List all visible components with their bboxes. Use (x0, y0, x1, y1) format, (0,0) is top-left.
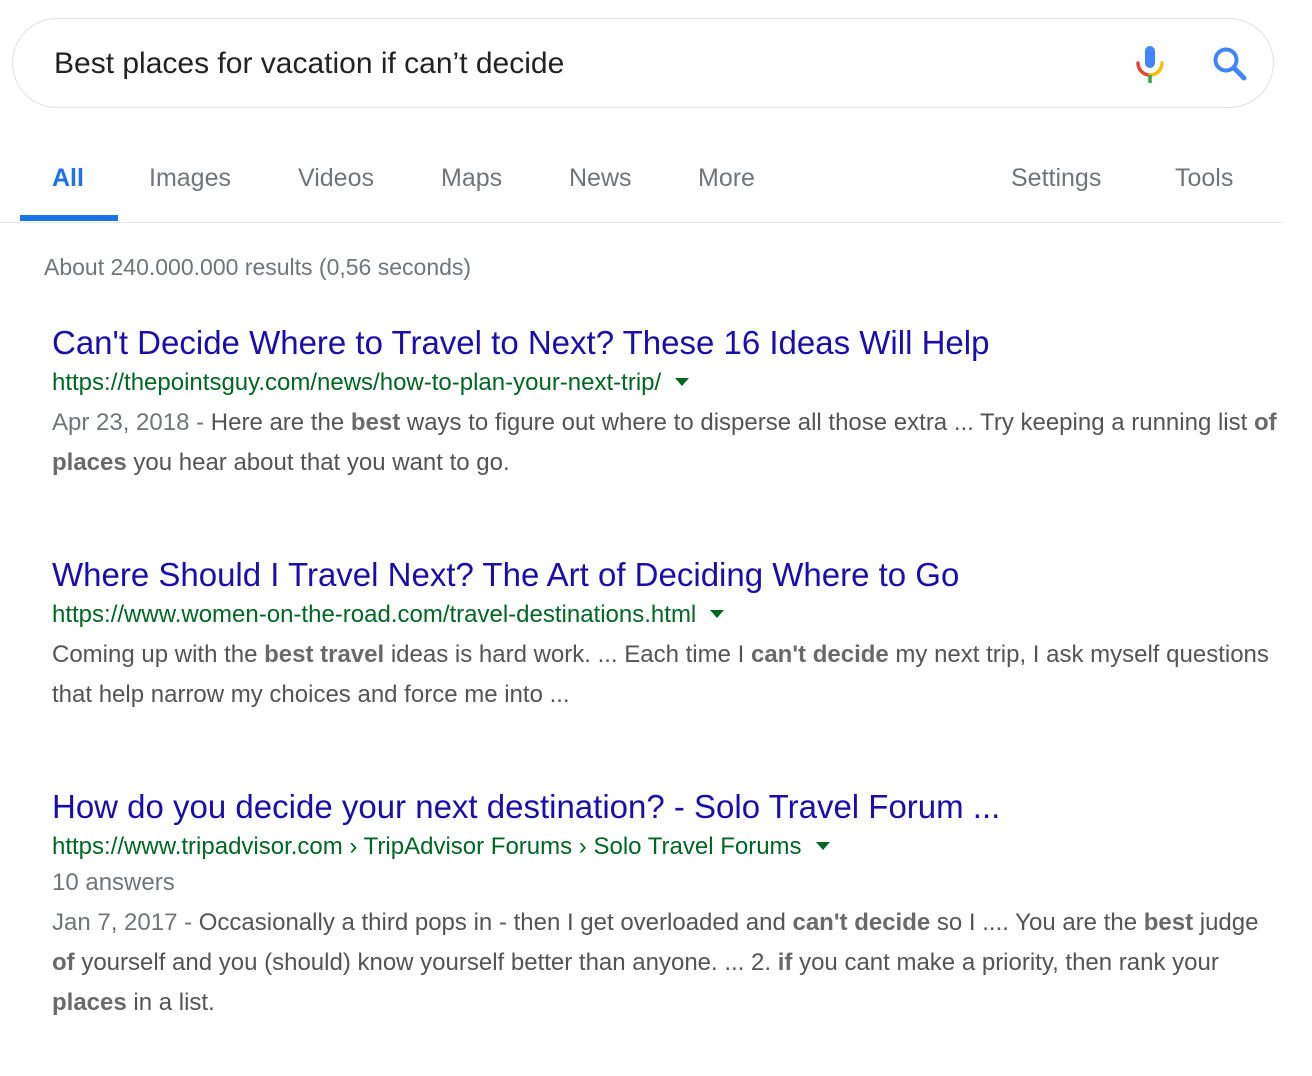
snippet-keyword: can't decide (792, 909, 931, 936)
result-url-row: https://thepointsguy.com/news/how-to-pla… (52, 367, 1282, 399)
result-snippet: Jan 7, 2017 - Occasionally a third pops … (52, 903, 1282, 1023)
result-answers-count: 10 answers (52, 869, 175, 896)
result-snippet: Coming up with the best travel ideas is … (52, 635, 1282, 715)
result-url-row: https://www.tripadvisor.com › TripAdviso… (52, 831, 1282, 863)
result-title-link[interactable]: How do you decide your next destination?… (52, 787, 1282, 827)
snippet-text: so I .... You are the (930, 909, 1144, 936)
snippet-text: judge (1193, 909, 1259, 936)
snippet-text: in a list. (126, 989, 215, 1016)
snippet-text: you hear about that you want to go. (126, 449, 510, 476)
snippet-text: ways to figure out where to disperse all… (400, 409, 1254, 436)
microphone-icon (1136, 46, 1164, 83)
snippet-keyword: can't decide (750, 641, 889, 668)
snippet-keyword: of (52, 949, 75, 976)
result-date: Apr 23, 2018 (52, 409, 190, 436)
snippet-text: Coming up with the (52, 641, 265, 668)
date-separator: - (177, 909, 199, 936)
tab-tools[interactable]: Tools (1175, 164, 1233, 193)
result-title-link[interactable]: Can't Decide Where to Travel to Next? Th… (52, 323, 1282, 363)
caret-down-icon[interactable] (710, 609, 725, 618)
result-url[interactable]: https://www.women-on-the-road.com/travel… (52, 601, 696, 628)
tab-settings[interactable]: Settings (1011, 164, 1101, 193)
search-box (12, 18, 1274, 108)
snippet-keyword: best travel (264, 641, 385, 668)
tab-maps[interactable]: Maps (441, 164, 502, 193)
search-result: How do you decide your next destination?… (52, 787, 1282, 1023)
search-input[interactable] (54, 43, 1054, 85)
snippet-keyword: if (777, 949, 793, 976)
snippet-text: ideas is hard work. ... Each time I (384, 641, 751, 668)
search-result: Can't Decide Where to Travel to Next? Th… (52, 323, 1282, 483)
result-title-link[interactable]: Where Should I Travel Next? The Art of D… (52, 555, 1282, 595)
snippet-keyword: places (52, 989, 127, 1016)
snippet-keyword: best (350, 409, 401, 436)
caret-down-icon[interactable] (675, 377, 690, 386)
search-tabs: All Images Videos Maps News More Setting… (0, 140, 1284, 223)
result-snippet: Apr 23, 2018 - Here are the best ways to… (52, 403, 1282, 483)
tab-more[interactable]: More (698, 164, 755, 193)
snippet-text: you cant make a priority, then rank your (792, 949, 1219, 976)
tab-all[interactable]: All (52, 164, 84, 193)
result-stats: About 240.000.000 results (0,56 seconds) (44, 254, 472, 280)
result-date: Jan 7, 2017 (52, 909, 178, 936)
tab-videos[interactable]: Videos (298, 164, 374, 193)
search-icon (1213, 47, 1247, 81)
tab-images[interactable]: Images (149, 164, 231, 193)
result-url[interactable]: https://thepointsguy.com/news/how-to-pla… (52, 369, 661, 396)
result-url-row: https://www.women-on-the-road.com/travel… (52, 599, 1282, 631)
active-tab-indicator (20, 215, 118, 221)
date-separator: - (189, 409, 211, 436)
tab-news[interactable]: News (569, 164, 632, 193)
snippet-keyword: best (1143, 909, 1194, 936)
snippet-text: Here are the (210, 409, 351, 436)
caret-down-icon[interactable] (815, 841, 830, 850)
search-result: Where Should I Travel Next? The Art of D… (52, 555, 1282, 715)
snippet-text: yourself and you (should) know yourself … (74, 949, 778, 976)
result-url[interactable]: https://www.tripadvisor.com › TripAdviso… (52, 833, 802, 860)
snippet-text: Occasionally a third pops in - then I ge… (198, 909, 793, 936)
search-button[interactable] (1205, 41, 1255, 87)
voice-search-button[interactable] (1125, 41, 1175, 87)
